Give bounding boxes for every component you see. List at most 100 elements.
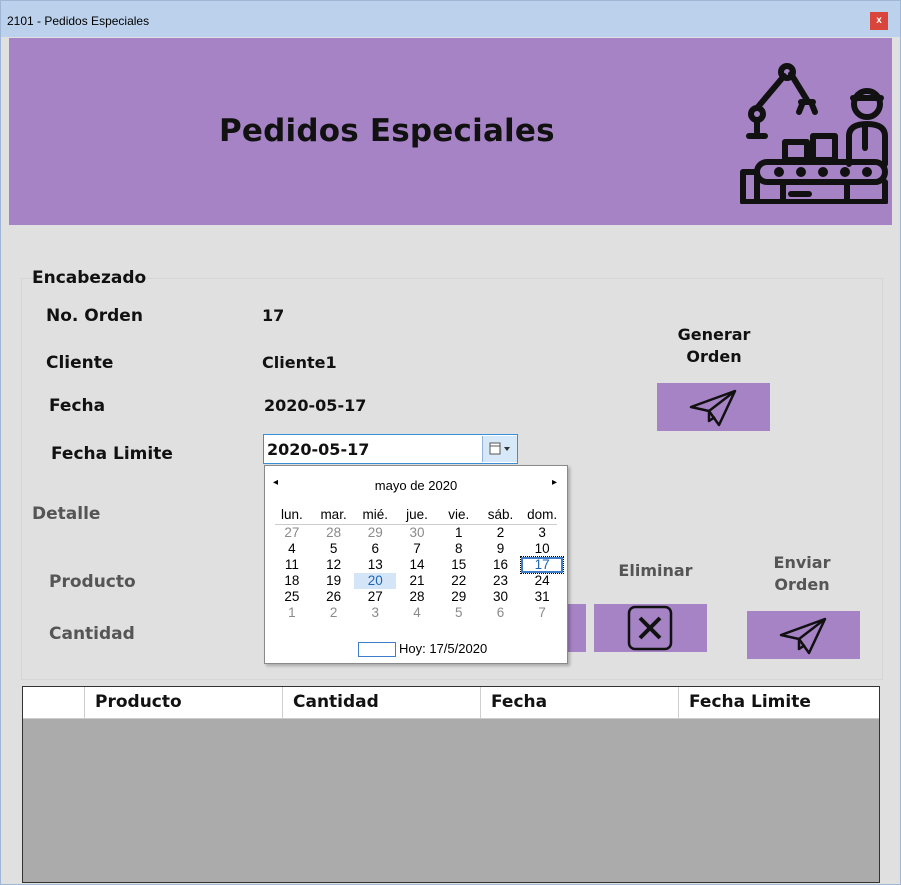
calendar-day[interactable]: 2: [313, 605, 355, 621]
calendar-day[interactable]: 7: [396, 541, 438, 557]
agregar-button-partial[interactable]: [566, 604, 586, 652]
calendar-day[interactable]: 18: [271, 573, 313, 589]
fecha-value: 2020-05-17: [264, 396, 367, 415]
weekday-label: dom.: [527, 507, 558, 522]
cliente-label: Cliente: [46, 353, 114, 373]
generar-orden-caption: Generar Orden: [659, 324, 769, 368]
encabezado-heading: Encabezado: [32, 268, 147, 288]
calendar-day[interactable]: 1: [271, 605, 313, 621]
factory-worker-conveyor-icon: [740, 63, 888, 204]
close-button[interactable]: x: [870, 12, 888, 30]
calendar-day[interactable]: 7: [521, 605, 563, 621]
eliminar-caption: Eliminar: [618, 561, 693, 580]
x-box-icon: [627, 605, 673, 651]
calendar-week-row: 1234567: [271, 605, 563, 621]
eliminar-button[interactable]: [594, 604, 707, 652]
datagrid-header: Producto Cantidad Fecha Fecha Limite: [23, 687, 879, 719]
calendar-day[interactable]: 4: [271, 541, 313, 557]
calendar-day[interactable]: 3: [354, 605, 396, 621]
weekday-label: mié.: [362, 507, 389, 522]
no-orden-label: No. Orden: [46, 306, 143, 326]
paper-plane-icon: [689, 389, 737, 427]
calendar-day[interactable]: 26: [313, 589, 355, 605]
calendar-day[interactable]: 16: [480, 557, 522, 573]
calendar-day[interactable]: 5: [438, 605, 480, 621]
row-header-corner[interactable]: [23, 687, 85, 718]
column-header-producto[interactable]: Producto: [85, 687, 283, 718]
detalle-heading: Detalle: [32, 504, 101, 524]
calendar-day[interactable]: 15: [438, 557, 480, 573]
calendar-day[interactable]: 2: [480, 525, 522, 541]
calendar-day[interactable]: 28: [313, 525, 355, 541]
title-bar[interactable]: 2101 - Pedidos Especiales x: [1, 1, 900, 37]
calendar-day-grid: lun. mar. mié. jue. vie. sáb. dom. 27 28 29 30 1 2 3 4…: [271, 507, 565, 621]
column-header-fecha[interactable]: Fecha: [481, 687, 679, 718]
calendar-day[interactable]: 25: [271, 589, 313, 605]
enviar-caption-line2: Orden: [774, 575, 830, 594]
window-title: 2101 - Pedidos Especiales: [7, 14, 150, 28]
today-text[interactable]: Hoy: 17/5/2020: [399, 641, 487, 656]
calendar-day[interactable]: 9: [480, 541, 522, 557]
weekday-label: lun.: [280, 507, 303, 522]
calendar-day[interactable]: 1: [438, 525, 480, 541]
calendar-day[interactable]: 6: [354, 541, 396, 557]
calendar-day[interactable]: 12: [313, 557, 355, 573]
calendar-day[interactable]: 20: [354, 573, 397, 589]
enviar-orden-button[interactable]: [747, 611, 860, 659]
weekday-label: sáb.: [487, 507, 514, 522]
fecha-label: Fecha: [49, 396, 106, 416]
calendar-day[interactable]: 6: [480, 605, 522, 621]
calendar-day[interactable]: 3: [521, 525, 563, 541]
generar-caption-line2: Orden: [686, 347, 742, 366]
calendar-week-row: 11 12 13 14 15 16 17: [271, 556, 565, 574]
calendar-day[interactable]: 4: [396, 605, 438, 621]
calendar-day[interactable]: 27: [354, 589, 396, 605]
column-header-fecha-limite[interactable]: Fecha Limite: [679, 687, 877, 718]
calendar-day[interactable]: 31: [521, 589, 563, 605]
calendar-day[interactable]: 30: [480, 589, 522, 605]
weekday-label: vie.: [448, 507, 470, 522]
calendar-day[interactable]: 23: [480, 573, 522, 589]
header-banner: Pedidos Especiales: [9, 38, 892, 225]
weekday-label: jue.: [406, 507, 428, 522]
calendar-dropdown-icon: [489, 442, 510, 455]
calendar-week-row: 27 28 29 30 1 2 3: [271, 525, 563, 541]
cliente-value: Cliente1: [262, 353, 337, 372]
enviar-caption-line1: Enviar: [773, 553, 831, 572]
calendar-week-row: 18 19 20 21 22 23 24: [271, 573, 563, 589]
today-link[interactable]: Hoy: 17/5/2020: [359, 641, 487, 656]
calendar-day[interactable]: 29: [438, 589, 480, 605]
fecha-limite-value[interactable]: 2020-05-17: [267, 440, 369, 459]
calendar-dropdown-button[interactable]: [482, 436, 517, 462]
generar-caption-line1: Generar: [677, 325, 751, 344]
calendar-popup[interactable]: ◂ mayo de 2020 ▸ lun. mar. mié. jue. vie. sáb…: [264, 465, 568, 664]
calendar-day[interactable]: 27: [271, 525, 313, 541]
calendar-day[interactable]: 21: [396, 573, 438, 589]
calendar-day[interactable]: 29: [354, 525, 396, 541]
detail-datagrid[interactable]: Producto Cantidad Fecha Fecha Limite: [22, 686, 880, 883]
calendar-day[interactable]: 8: [438, 541, 480, 557]
calendar-day[interactable]: 19: [313, 573, 355, 589]
calendar-day[interactable]: 22: [438, 573, 480, 589]
next-month-button[interactable]: ▸: [552, 477, 557, 488]
calendar-day[interactable]: 17: [520, 556, 565, 574]
cantidad-label: Cantidad: [49, 624, 135, 644]
weekday-header-row: lun. mar. mié. jue. vie. sáb. dom.: [271, 507, 563, 523]
calendar-day[interactable]: 10: [521, 541, 563, 557]
calendar-week-row: 25 26 27 28 29 30 31: [271, 589, 563, 605]
calendar-day[interactable]: 28: [396, 589, 438, 605]
calendar-day[interactable]: 11: [271, 557, 313, 573]
app-window: 2101 - Pedidos Especiales x Pedidos Espe…: [0, 0, 901, 885]
column-header-cantidad[interactable]: Cantidad: [283, 687, 481, 718]
calendar-day[interactable]: 30: [396, 525, 438, 541]
calendar-day[interactable]: 13: [354, 557, 396, 573]
generar-orden-button[interactable]: [657, 383, 770, 431]
calendar-day[interactable]: 5: [313, 541, 355, 557]
calendar-month-label[interactable]: mayo de 2020: [265, 478, 567, 493]
calendar-day[interactable]: 14: [396, 557, 438, 573]
fecha-limite-datepicker[interactable]: 2020-05-17: [263, 434, 518, 464]
page-title: Pedidos Especiales: [219, 113, 555, 149]
weekday-label: mar.: [320, 507, 347, 522]
fecha-limite-label: Fecha Limite: [51, 444, 173, 464]
calendar-day[interactable]: 24: [521, 573, 563, 589]
